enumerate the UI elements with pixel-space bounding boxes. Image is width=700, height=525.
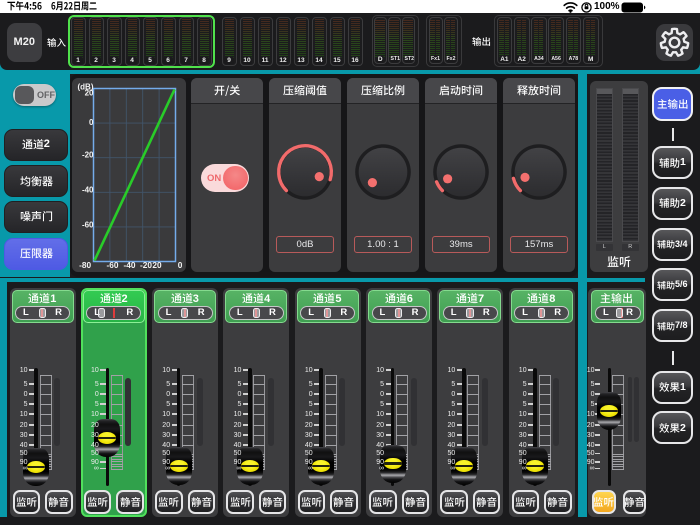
svg-text:-60: -60 bbox=[81, 220, 93, 229]
svg-text:20: 20 bbox=[84, 88, 93, 97]
svg-text:-40: -40 bbox=[123, 260, 135, 270]
svg-text:0: 0 bbox=[177, 260, 182, 270]
svg-text:-20: -20 bbox=[140, 260, 152, 270]
svg-text:20: 20 bbox=[152, 260, 162, 270]
svg-text:-40: -40 bbox=[81, 185, 93, 194]
svg-text:-80: -80 bbox=[79, 260, 91, 270]
svg-text:-20: -20 bbox=[81, 150, 93, 159]
svg-text:0: 0 bbox=[89, 118, 94, 127]
svg-text:-60: -60 bbox=[106, 260, 118, 270]
